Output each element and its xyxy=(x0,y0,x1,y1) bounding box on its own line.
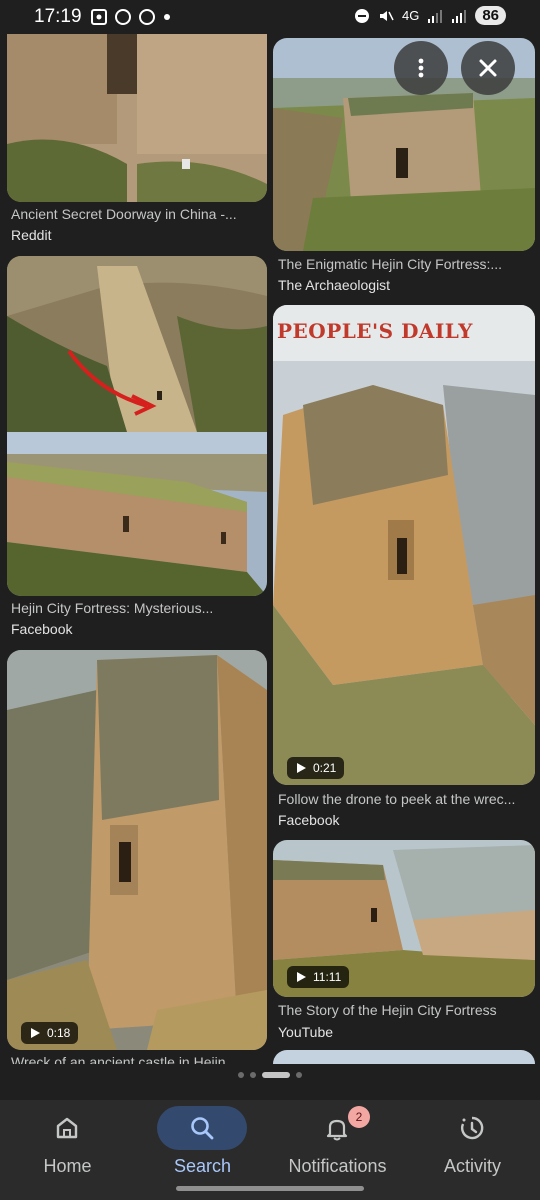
home-icon xyxy=(56,1117,78,1139)
nav-activity[interactable]: Activity xyxy=(405,1100,540,1200)
video-duration-badge: 11:11 xyxy=(287,966,350,988)
result-source[interactable]: YouTube xyxy=(278,1024,333,1040)
video-duration: 11:11 xyxy=(313,970,342,984)
result-title[interactable]: Wreck of an ancient castle in Hejin... xyxy=(11,1054,263,1064)
nav-search-label: Search xyxy=(173,1156,232,1176)
video-duration: 0:18 xyxy=(47,1026,71,1040)
dnd-icon xyxy=(354,8,369,23)
gesture-home-bar[interactable] xyxy=(176,1186,364,1191)
image-result-card[interactable]: The Enigmatic Hejin City Fortress:... Th… xyxy=(273,38,535,296)
nav-notifications-label: Notifications xyxy=(288,1156,387,1176)
network-type: 4G xyxy=(401,8,420,23)
activity-icon xyxy=(461,1116,484,1140)
whatsapp-icon xyxy=(139,9,155,25)
more-options-button[interactable] xyxy=(394,41,448,95)
carousel-dot xyxy=(296,1072,302,1078)
notification-dot-icon xyxy=(164,14,170,20)
watermark-text: PEOPLE'S DAILY xyxy=(277,319,473,343)
bell-icon xyxy=(326,1119,348,1141)
carousel-indicator xyxy=(0,1072,540,1078)
video-duration-badge: 0:21 xyxy=(287,757,345,779)
signal-icon xyxy=(428,9,443,23)
carousel-dot xyxy=(238,1072,244,1078)
nav-search[interactable]: Search xyxy=(135,1100,270,1200)
result-title[interactable]: The Enigmatic Hejin City Fortress:... xyxy=(278,256,530,272)
bottom-navigation: Home Search 2 Notifications Activity xyxy=(0,1100,540,1200)
close-icon xyxy=(479,59,497,77)
video-result-card[interactable]: 11:11 The Story of the Hejin City Fortre… xyxy=(273,840,535,1046)
result-thumbnail[interactable] xyxy=(7,432,267,596)
result-title[interactable]: Hejin City Fortress: Mysterious... xyxy=(11,600,263,616)
close-button[interactable] xyxy=(461,41,515,95)
status-left-icons xyxy=(90,8,172,26)
result-thumbnail[interactable] xyxy=(273,305,535,785)
video-duration-badge: 0:18 xyxy=(21,1022,79,1044)
result-source[interactable]: Facebook xyxy=(11,621,72,637)
whatsapp-icon xyxy=(115,9,131,25)
battery-indicator: 86 xyxy=(475,6,506,25)
nav-home[interactable]: Home xyxy=(0,1100,135,1200)
image-results-grid[interactable]: Ancient Secret Doorway in China -... Red… xyxy=(0,34,540,1064)
video-result-card[interactable]: 0:18 Wreck of an ancient castle in Hejin… xyxy=(7,650,267,1064)
play-icon xyxy=(297,763,306,773)
result-source[interactable]: Facebook xyxy=(278,812,339,828)
result-title[interactable]: The Story of the Hejin City Fortress xyxy=(278,1002,530,1018)
signal-icon xyxy=(452,9,467,23)
more-vert-icon xyxy=(418,58,424,78)
result-thumbnail[interactable] xyxy=(7,650,267,1050)
result-title[interactable]: Follow the drone to peek at the wrec... xyxy=(278,791,530,807)
status-time: 17:19 xyxy=(34,6,82,27)
nav-home-label: Home xyxy=(43,1156,92,1176)
video-result-card[interactable]: PEOPLE'S DAILY 0:21 Follow the drone to … xyxy=(273,305,535,835)
image-result-card[interactable]: Ancient Secret Doorway in China -... Red… xyxy=(7,34,267,244)
image-result-card[interactable]: Hejin City Fortress: Mysterious... Faceb… xyxy=(7,256,267,641)
result-thumbnail[interactable] xyxy=(7,34,267,202)
carousel-dot-active xyxy=(262,1072,290,1078)
play-icon xyxy=(297,972,306,982)
status-bar: 17:19 4G 86 xyxy=(0,0,540,34)
status-right-icons: 4G 86 xyxy=(354,6,506,25)
search-icon xyxy=(191,1117,214,1140)
mute-icon xyxy=(379,10,394,21)
carousel-dot xyxy=(250,1072,256,1078)
result-source[interactable]: Reddit xyxy=(11,227,51,243)
result-thumbnail[interactable] xyxy=(273,1050,535,1064)
video-duration: 0:21 xyxy=(313,761,337,775)
notification-badge: 2 xyxy=(348,1106,370,1128)
screenshot-icon xyxy=(91,9,107,25)
result-title[interactable]: Ancient Secret Doorway in China -... xyxy=(11,206,263,222)
result-source[interactable]: The Archaeologist xyxy=(278,277,390,293)
nav-activity-label: Activity xyxy=(443,1156,501,1176)
nav-notifications[interactable]: 2 Notifications xyxy=(270,1100,405,1200)
result-thumbnail[interactable] xyxy=(7,256,267,432)
play-icon xyxy=(31,1028,40,1038)
